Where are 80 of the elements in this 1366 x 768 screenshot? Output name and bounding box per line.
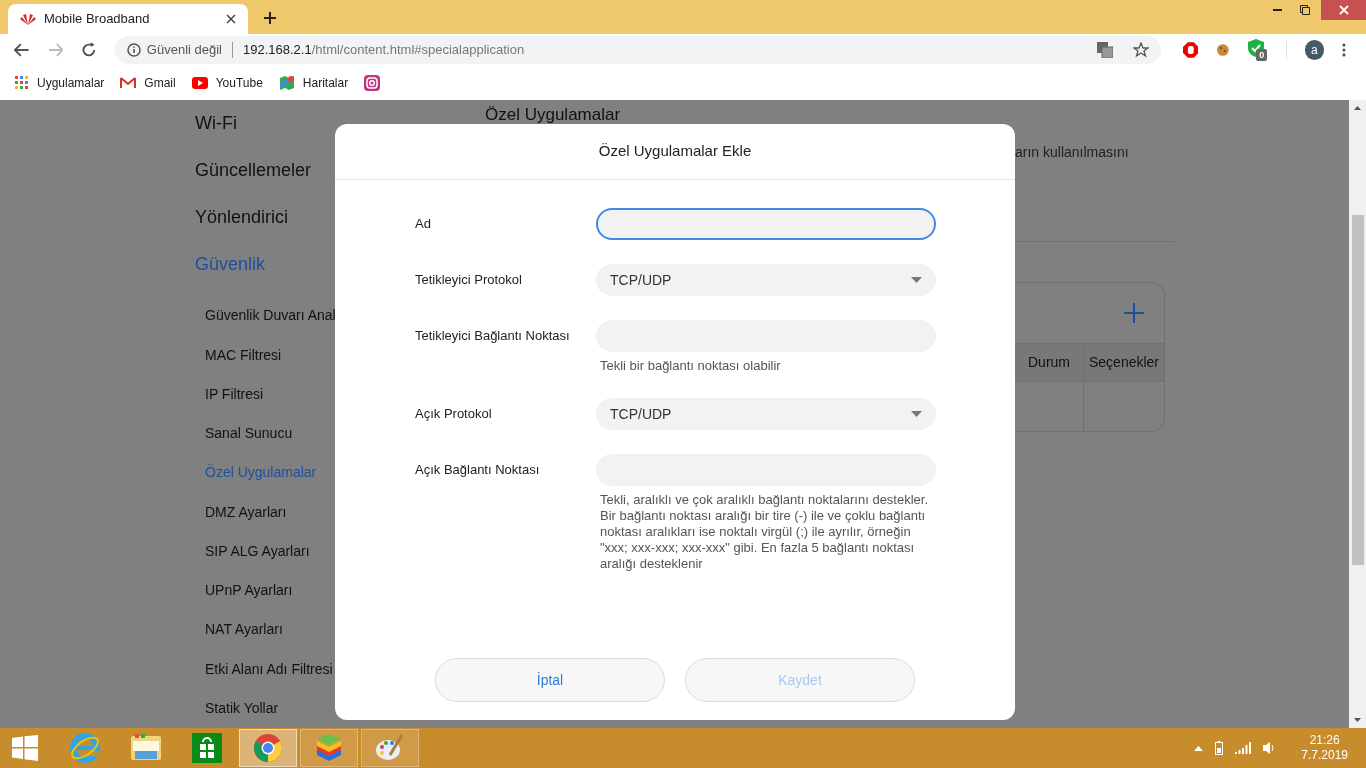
field-label: Açık Bağlantı Noktası [415,461,540,480]
sidebar-section[interactable]: Yönlendirici [195,194,335,242]
field-label: Ad [415,215,431,234]
sidebar-section[interactable]: Wi-Fi [195,100,335,148]
column-header: Durum [1027,353,1071,372]
sidebar-item[interactable]: Etki Alanı Adı Filtresi [195,649,335,689]
page-description: arın kullanılmasını [1015,143,1130,162]
bookmark-link[interactable]: Uygulamalar [15,74,105,92]
dialog-title: Özel Uygulamalar Ekle [335,124,1015,180]
scroll-down-icon[interactable] [1354,718,1361,722]
sidebar-item[interactable]: MAC Filtresi [195,335,335,375]
taskbar-app[interactable] [361,729,419,767]
play-icon [191,77,208,89]
security-label: Güvenli değil [146,41,222,60]
caret-icon [911,277,922,283]
reload-icon[interactable] [81,42,97,58]
store-bag-icon [192,733,222,763]
sidebar-section[interactable]: Güncellemeler [195,147,335,195]
cookie-icon[interactable] [1216,43,1231,57]
browser-e-icon [69,732,101,764]
sidebar-item[interactable]: Sanal Sunucu [195,414,335,454]
close-icon[interactable] [226,14,236,24]
bookmark-link[interactable] [364,75,381,91]
field-hint: Tekli, aralıklı ve çok aralıklı bağlantı noktalarını destekler. Bir bağlantı noktası aralığı bir tire (-) ile ve çoklu bağlantı noktası aralıkları ise noktalı virgül (;) ile ayrılır, örneğin "xxx; xxx-xxx; xxx-xxx" gibi. En fazla 5 bağlantı noktası aralığı desteklenir [599,492,930,572]
field-label: Tetikleyici Protokol [415,271,522,290]
caret-icon [911,411,922,417]
chrome-logo-icon [253,733,283,763]
show-hidden-icon[interactable] [1194,745,1204,751]
sidebar-item[interactable]: SIP ALG Ayarları [195,531,335,571]
sidebar-item[interactable]: UPnP Ayarları [195,571,335,611]
close-button[interactable] [1321,0,1366,20]
profile-avatar[interactable]: a [1304,40,1325,60]
taskbar-app[interactable] [239,729,297,767]
address-bar[interactable]: Güvenli değil 192.168.2.1/html/content.html#specialapplication [114,36,1161,64]
bookmark-link[interactable]: Gmail [120,74,176,92]
back-arrow-icon[interactable] [14,43,30,57]
scroll-up-icon[interactable] [1354,106,1361,110]
url-text: 192.168.2.1/html/content.html#specialapplication [243,41,526,60]
add-icon[interactable] [1124,303,1144,323]
page-heading: Özel Uygulamalar [485,104,622,126]
column-header: Seçenekler [1083,344,1164,381]
sidebar-item[interactable]: DMZ Ayarları [195,492,335,532]
field-label: Açık Protokol [415,405,492,424]
sidebar-item[interactable]: Güvenlik Duvarı Anal [195,296,335,336]
folder-icon [129,733,163,763]
map-pin-icon [278,75,295,91]
paint-palette-icon [374,733,406,763]
sidebar-item[interactable]: NAT Ayarları [195,610,335,650]
bookmark-link[interactable]: YouTube [191,74,263,92]
battery-icon[interactable] [1215,741,1224,755]
close-icon [1338,5,1349,15]
browser-tab[interactable]: Mobile Broadband [8,4,248,34]
bookmark-link[interactable]: Haritalar [278,74,349,92]
restore-icon [1300,5,1310,15]
flower-logo-icon [20,13,36,25]
new-tab-icon[interactable] [264,12,276,24]
info-icon [126,43,141,57]
input-field[interactable] [596,208,936,240]
mail-icon [120,77,137,89]
taskbar-app[interactable] [300,729,358,767]
protocol-select[interactable]: TCP/UDP [596,398,936,430]
cancel-button[interactable]: İptal [435,658,665,702]
menu-icon[interactable] [1342,43,1346,57]
protocol-select[interactable]: TCP/UDP [596,264,936,296]
camera-icon [364,75,381,91]
sidebar-item[interactable]: IP Filtresi [195,374,335,415]
windows-logo-icon [12,735,38,761]
clock-date[interactable]: 7.7.2019 [1301,748,1348,763]
field-label: Tetikleyici Bağlantı Noktası [415,327,570,346]
forward-arrow-icon[interactable] [47,43,64,57]
signal-bars-icon[interactable] [1235,742,1252,754]
sidebar-item[interactable]: Statik Yollar [195,688,335,728]
star-icon[interactable] [1132,42,1149,58]
scrollbar[interactable] [1349,100,1366,728]
tab-title: Mobile Broadband [44,10,151,29]
shield-extension-button[interactable]: 0 [1248,39,1268,61]
clock-time[interactable]: 21:26 [1309,733,1340,748]
apps-grid-icon [15,76,29,90]
field-hint: Tekli bir bağlantı noktası olabilir [599,358,782,374]
count-badge: 0 [1256,49,1268,61]
